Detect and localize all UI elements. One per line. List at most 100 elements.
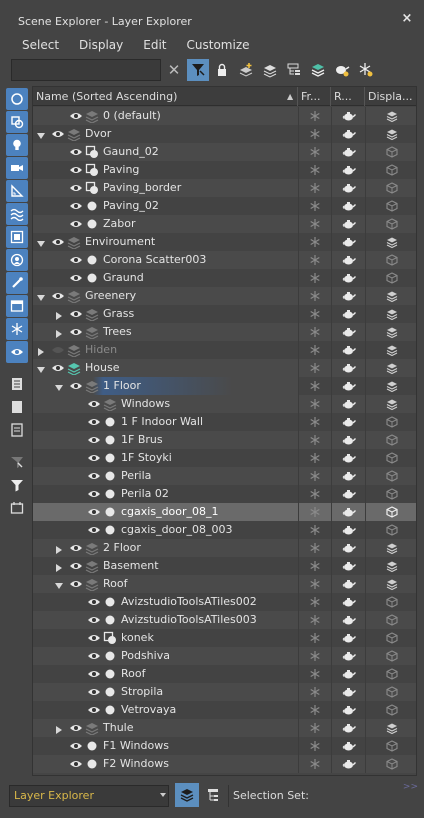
display-toggle[interactable] xyxy=(365,593,416,611)
layer-row[interactable]: 1 Floor xyxy=(33,377,416,395)
visibility-toggle[interactable] xyxy=(69,253,83,267)
column-name[interactable]: Name (Sorted Ascending) xyxy=(33,87,298,106)
display-toggle[interactable] xyxy=(365,305,416,323)
frozen-toggle[interactable] xyxy=(298,683,331,701)
frozen-toggle[interactable] xyxy=(298,539,331,557)
layer-row[interactable]: Dvor xyxy=(33,125,416,143)
visibility-toggle[interactable] xyxy=(51,127,65,141)
display-toggle[interactable] xyxy=(365,683,416,701)
visibility-toggle[interactable] xyxy=(69,217,83,231)
menu-customize[interactable]: Customize xyxy=(177,36,260,56)
visibility-toggle[interactable] xyxy=(87,505,101,519)
filter-frozen-button[interactable] xyxy=(6,318,28,340)
display-toggle[interactable] xyxy=(365,647,416,665)
layer-row[interactable]: Roof xyxy=(33,575,416,593)
renderable-toggle[interactable] xyxy=(331,341,365,359)
display-toggle[interactable] xyxy=(365,449,416,467)
filter-geometry-button[interactable] xyxy=(6,88,28,110)
expand-toggle[interactable] xyxy=(37,292,45,301)
display-toggle[interactable] xyxy=(365,539,416,557)
object-row[interactable]: Graund xyxy=(33,269,416,287)
filter-shapes-button[interactable] xyxy=(6,111,28,133)
frozen-toggle[interactable] xyxy=(298,233,331,251)
expand-toggle[interactable] xyxy=(55,544,63,554)
explorer-type-dropdown[interactable]: Layer Explorer xyxy=(9,785,169,807)
object-row[interactable]: AvizstudioToolsATiles003 xyxy=(33,611,416,629)
frozen-toggle[interactable] xyxy=(298,611,331,629)
renderable-toggle[interactable] xyxy=(331,755,365,773)
object-row[interactable]: Paving_02 xyxy=(33,197,416,215)
object-row[interactable]: AvizstudioToolsATiles002 xyxy=(33,593,416,611)
layers-active-button[interactable] xyxy=(307,59,329,81)
frozen-toggle[interactable] xyxy=(298,719,331,737)
layer-manager-button[interactable] xyxy=(6,497,28,519)
frozen-toggle[interactable] xyxy=(298,413,331,431)
frozen-toggle[interactable] xyxy=(298,449,331,467)
display-toggle[interactable] xyxy=(365,665,416,683)
object-row[interactable]: 1F Brus xyxy=(33,431,416,449)
frozen-toggle[interactable] xyxy=(298,485,331,503)
visibility-toggle[interactable] xyxy=(87,433,101,447)
frozen-toggle[interactable] xyxy=(298,467,331,485)
frozen-toggle[interactable] xyxy=(298,737,331,755)
visibility-toggle[interactable] xyxy=(69,145,83,159)
frozen-toggle[interactable] xyxy=(298,557,331,575)
frozen-toggle[interactable] xyxy=(298,107,331,125)
visibility-toggle[interactable] xyxy=(69,181,83,195)
renderable-toggle[interactable] xyxy=(331,179,365,197)
renderable-toggle[interactable] xyxy=(331,107,365,125)
sort-by-hierarchy-button[interactable] xyxy=(201,783,225,807)
frozen-toggle[interactable] xyxy=(298,179,331,197)
expand-toggle[interactable] xyxy=(55,724,63,734)
layer-row[interactable]: 2 Floor xyxy=(33,539,416,557)
renderable-toggle[interactable] xyxy=(331,143,365,161)
frozen-toggle[interactable] xyxy=(298,287,331,305)
display-toggle[interactable] xyxy=(365,737,416,755)
visibility-toggle[interactable] xyxy=(69,271,83,285)
renderable-toggle[interactable] xyxy=(331,503,365,521)
visibility-toggle[interactable] xyxy=(87,667,101,681)
expand-toggle[interactable] xyxy=(37,346,45,356)
display-toggle[interactable] xyxy=(365,413,416,431)
object-row[interactable]: cgaxis_door_08_1 xyxy=(33,503,416,521)
renderable-toggle[interactable] xyxy=(331,701,365,719)
layer-row[interactable]: Thule xyxy=(33,719,416,737)
filter-helpers-button[interactable] xyxy=(6,180,28,202)
clear-search-icon[interactable]: ✕ xyxy=(165,61,183,79)
display-toggle[interactable] xyxy=(365,341,416,359)
create-layer-button[interactable] xyxy=(235,59,257,81)
renderable-toggle[interactable] xyxy=(331,161,365,179)
menu-display[interactable]: Display xyxy=(69,36,133,56)
frozen-toggle[interactable] xyxy=(298,341,331,359)
visibility-toggle[interactable] xyxy=(51,343,65,357)
visibility-toggle[interactable] xyxy=(69,577,83,591)
frozen-toggle[interactable] xyxy=(298,665,331,683)
frozen-toggle[interactable] xyxy=(298,521,331,539)
expand-toggle[interactable] xyxy=(55,580,63,589)
object-row[interactable]: cgaxis_door_08_003 xyxy=(33,521,416,539)
frozen-toggle[interactable] xyxy=(298,395,331,413)
renderable-toggle[interactable] xyxy=(331,395,365,413)
renderable-toggle[interactable] xyxy=(331,377,365,395)
display-toggle[interactable] xyxy=(365,323,416,341)
visibility-toggle[interactable] xyxy=(87,415,101,429)
frozen-toggle[interactable] xyxy=(298,701,331,719)
renderable-toggle[interactable] xyxy=(331,449,365,467)
display-toggle[interactable] xyxy=(365,629,416,647)
filter-bones-button[interactable] xyxy=(6,272,28,294)
frozen-toggle[interactable] xyxy=(298,215,331,233)
renderable-toggle[interactable] xyxy=(331,611,365,629)
frozen-toggle[interactable] xyxy=(298,503,331,521)
renderable-toggle[interactable] xyxy=(331,539,365,557)
visibility-toggle[interactable] xyxy=(69,379,83,393)
visibility-toggle[interactable] xyxy=(87,397,101,411)
layer-row[interactable]: Trees xyxy=(33,323,416,341)
column-display[interactable]: Displa... xyxy=(365,87,416,106)
freeze-settings-button[interactable] xyxy=(355,59,377,81)
object-row[interactable]: Podshiva xyxy=(33,647,416,665)
filter-lights-button[interactable] xyxy=(6,134,28,156)
frozen-toggle[interactable] xyxy=(298,431,331,449)
expand-toggle[interactable] xyxy=(55,382,63,391)
renderable-toggle[interactable] xyxy=(331,683,365,701)
renderable-toggle[interactable] xyxy=(331,215,365,233)
